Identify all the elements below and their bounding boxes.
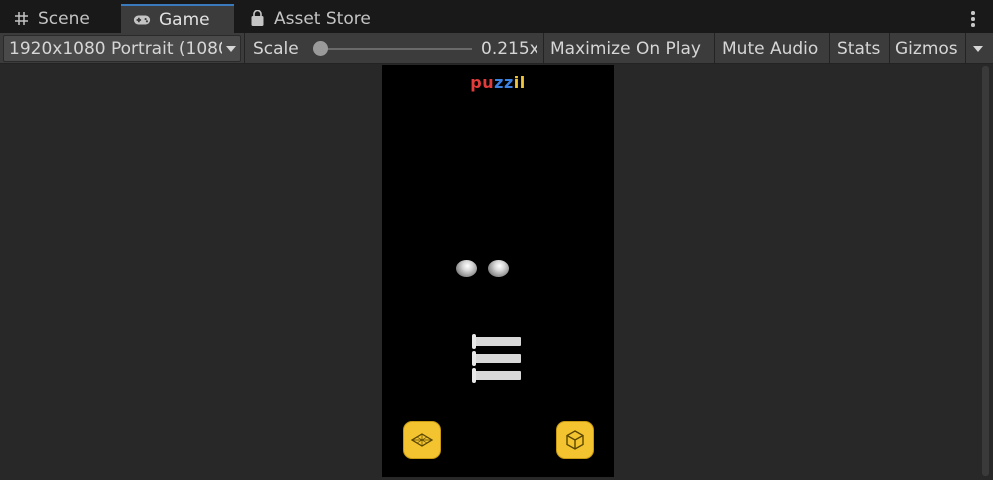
plane-button[interactable] bbox=[403, 421, 441, 459]
mute-audio-toggle[interactable]: Mute Audio bbox=[722, 33, 818, 64]
divider bbox=[543, 33, 544, 64]
title-letter: l bbox=[519, 73, 526, 92]
bolt-bar bbox=[472, 334, 521, 349]
sphere bbox=[488, 260, 509, 277]
chevron-down-icon bbox=[226, 45, 236, 52]
scale-slider-track[interactable] bbox=[318, 48, 472, 50]
divider bbox=[244, 33, 245, 64]
divider bbox=[829, 33, 830, 64]
vertical-scrollbar[interactable] bbox=[982, 66, 989, 476]
tab-label: Asset Store bbox=[274, 8, 371, 29]
more-options-icon[interactable] bbox=[966, 8, 980, 28]
game-title: puzzil bbox=[382, 73, 614, 92]
scale-label: Scale bbox=[253, 38, 299, 59]
resolution-dropdown[interactable]: 1920x1080 Portrait (1080 bbox=[3, 35, 241, 62]
stats-toggle[interactable]: Stats bbox=[837, 33, 880, 64]
tab-label: Scene bbox=[38, 8, 90, 29]
title-letter: z bbox=[494, 73, 504, 92]
maximize-on-play-toggle[interactable]: Maximize On Play bbox=[550, 33, 701, 64]
divider bbox=[965, 33, 966, 64]
gizmos-dropdown[interactable] bbox=[971, 33, 989, 64]
cube-button[interactable] bbox=[556, 421, 594, 459]
tab-asset-store[interactable]: Asset Store bbox=[236, 4, 386, 33]
bolt-bar bbox=[472, 351, 521, 366]
title-letter: u bbox=[482, 73, 495, 92]
title-letter: z bbox=[503, 73, 514, 92]
cube-icon bbox=[566, 430, 584, 450]
game-toolbar: 1920x1080 Portrait (1080 Scale 0.215x Ma… bbox=[0, 33, 993, 64]
bag-icon bbox=[248, 10, 266, 28]
gamepad-icon bbox=[133, 11, 151, 29]
bolt-bar bbox=[472, 368, 521, 383]
chevron-down-icon bbox=[973, 45, 983, 52]
divider bbox=[889, 33, 890, 64]
game-canvas[interactable]: puzzil bbox=[382, 65, 614, 477]
scale-slider-thumb[interactable] bbox=[313, 41, 328, 56]
tab-bar: Scene Game Asset Store bbox=[0, 0, 993, 33]
gizmos-toggle[interactable]: Gizmos bbox=[895, 33, 958, 64]
tab-label: Game bbox=[159, 9, 210, 30]
tab-scene[interactable]: Scene bbox=[0, 4, 120, 33]
scale-value: 0.215x bbox=[481, 38, 537, 59]
resolution-label: 1920x1080 Portrait (1080 bbox=[9, 38, 222, 59]
divider bbox=[714, 33, 715, 64]
plane-icon bbox=[410, 433, 434, 447]
grid-icon bbox=[12, 10, 30, 28]
sphere bbox=[456, 260, 477, 277]
title-letter: p bbox=[470, 73, 483, 92]
tab-game[interactable]: Game bbox=[121, 4, 234, 33]
